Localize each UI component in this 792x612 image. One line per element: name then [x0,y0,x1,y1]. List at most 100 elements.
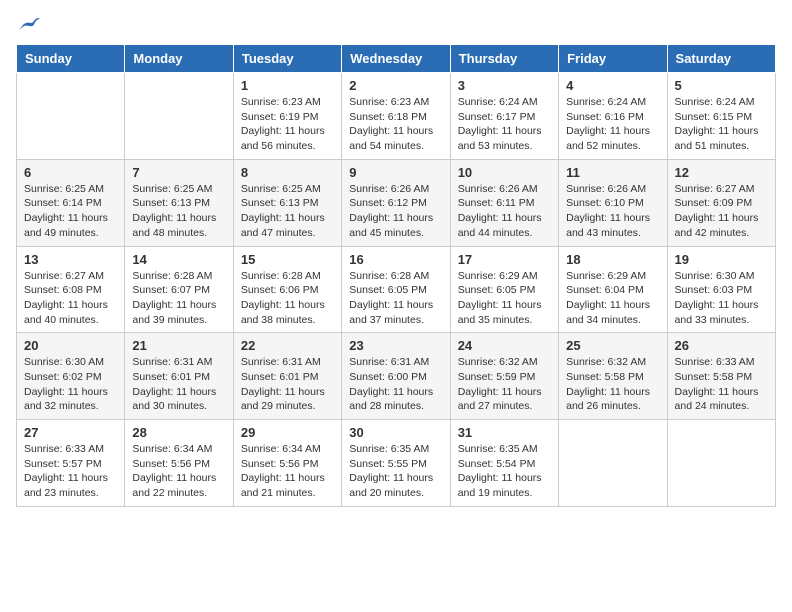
calendar-cell: 31Sunrise: 6:35 AM Sunset: 5:54 PM Dayli… [450,420,558,507]
calendar-cell: 4 Sunrise: 6:24 AM Sunset: 6:16 PM Daylig… [559,73,667,160]
day-number: 6 [24,165,117,180]
day-number: 26 [675,338,768,353]
day-info: Sunrise: 6:24 AM Sunset: 6:16 PM Dayligh… [566,95,659,154]
calendar-week-row: 13 Sunrise: 6:27 AM Sunset: 6:08 PM Dayli… [17,246,776,333]
day-number: 31 [458,425,551,440]
day-info: Sunrise: 6:35 AM Sunset: 5:55 PM Dayligh… [349,442,442,501]
calendar-cell: 12 Sunrise: 6:27 AM Sunset: 6:09 PM Dayli… [667,159,775,246]
day-info: Sunrise: 6:25 AM Sunset: 6:13 PM Dayligh… [132,182,225,241]
day-info: Sunrise: 6:27 AM Sunset: 6:08 PM Dayligh… [24,269,117,328]
day-number: 23 [349,338,442,353]
calendar-body: 1 Sunrise: 6:23 AM Sunset: 6:19 PM Daylig… [17,73,776,507]
calendar-cell: 5 Sunrise: 6:24 AM Sunset: 6:15 PM Daylig… [667,73,775,160]
day-number: 7 [132,165,225,180]
day-number: 20 [24,338,117,353]
day-info: Sunrise: 6:28 AM Sunset: 6:05 PM Dayligh… [349,269,442,328]
calendar-cell: 17Sunrise: 6:29 AM Sunset: 6:05 PM Dayli… [450,246,558,333]
day-info: Sunrise: 6:31 AM Sunset: 6:01 PM Dayligh… [241,355,334,414]
day-info: Sunrise: 6:23 AM Sunset: 6:19 PM Dayligh… [241,95,334,154]
day-info: Sunrise: 6:27 AM Sunset: 6:09 PM Dayligh… [675,182,768,241]
day-info: Sunrise: 6:31 AM Sunset: 6:01 PM Dayligh… [132,355,225,414]
calendar-header-sunday: Sunday [17,45,125,73]
day-info: Sunrise: 6:25 AM Sunset: 6:13 PM Dayligh… [241,182,334,241]
logo-bird-icon [18,16,40,34]
calendar-cell: 27 Sunrise: 6:33 AM Sunset: 5:57 PM Dayli… [17,420,125,507]
calendar-header-friday: Friday [559,45,667,73]
day-number: 12 [675,165,768,180]
calendar-cell: 30 Sunrise: 6:35 AM Sunset: 5:55 PM Dayli… [342,420,450,507]
day-number: 4 [566,78,659,93]
calendar-week-row: 1 Sunrise: 6:23 AM Sunset: 6:19 PM Daylig… [17,73,776,160]
day-number: 3 [458,78,551,93]
calendar-week-row: 27 Sunrise: 6:33 AM Sunset: 5:57 PM Dayli… [17,420,776,507]
calendar-cell: 9Sunrise: 6:26 AM Sunset: 6:12 PM Daylig… [342,159,450,246]
calendar-header-wednesday: Wednesday [342,45,450,73]
calendar-cell: 10 Sunrise: 6:26 AM Sunset: 6:11 PM Dayli… [450,159,558,246]
calendar-cell: 16 Sunrise: 6:28 AM Sunset: 6:05 PM Dayli… [342,246,450,333]
calendar-header-tuesday: Tuesday [233,45,341,73]
calendar-cell: 29Sunrise: 6:34 AM Sunset: 5:56 PM Dayli… [233,420,341,507]
day-number: 21 [132,338,225,353]
day-number: 24 [458,338,551,353]
day-number: 28 [132,425,225,440]
calendar-cell: 23 Sunrise: 6:31 AM Sunset: 6:00 PM Dayli… [342,333,450,420]
calendar-cell: 8 Sunrise: 6:25 AM Sunset: 6:13 PM Daylig… [233,159,341,246]
page-header [16,16,776,34]
calendar-cell: 3Sunrise: 6:24 AM Sunset: 6:17 PM Daylig… [450,73,558,160]
calendar-cell [667,420,775,507]
day-number: 25 [566,338,659,353]
day-info: Sunrise: 6:23 AM Sunset: 6:18 PM Dayligh… [349,95,442,154]
day-info: Sunrise: 6:26 AM Sunset: 6:11 PM Dayligh… [458,182,551,241]
calendar-header-saturday: Saturday [667,45,775,73]
calendar-header-monday: Monday [125,45,233,73]
day-number: 30 [349,425,442,440]
day-info: Sunrise: 6:28 AM Sunset: 6:07 PM Dayligh… [132,269,225,328]
day-number: 5 [675,78,768,93]
day-number: 16 [349,252,442,267]
calendar-cell: 25 Sunrise: 6:32 AM Sunset: 5:58 PM Dayli… [559,333,667,420]
day-info: Sunrise: 6:32 AM Sunset: 5:58 PM Dayligh… [566,355,659,414]
day-info: Sunrise: 6:24 AM Sunset: 6:15 PM Dayligh… [675,95,768,154]
day-number: 11 [566,165,659,180]
day-number: 29 [241,425,334,440]
day-info: Sunrise: 6:29 AM Sunset: 6:05 PM Dayligh… [458,269,551,328]
calendar-cell: 1 Sunrise: 6:23 AM Sunset: 6:19 PM Daylig… [233,73,341,160]
calendar-cell: 15 Sunrise: 6:28 AM Sunset: 6:06 PM Dayli… [233,246,341,333]
day-info: Sunrise: 6:28 AM Sunset: 6:06 PM Dayligh… [241,269,334,328]
day-info: Sunrise: 6:25 AM Sunset: 6:14 PM Dayligh… [24,182,117,241]
day-number: 19 [675,252,768,267]
day-number: 13 [24,252,117,267]
day-number: 27 [24,425,117,440]
day-info: Sunrise: 6:33 AM Sunset: 5:57 PM Dayligh… [24,442,117,501]
calendar-cell [125,73,233,160]
day-number: 1 [241,78,334,93]
calendar-cell [17,73,125,160]
day-number: 8 [241,165,334,180]
day-info: Sunrise: 6:30 AM Sunset: 6:02 PM Dayligh… [24,355,117,414]
day-info: Sunrise: 6:32 AM Sunset: 5:59 PM Dayligh… [458,355,551,414]
calendar-cell: 2Sunrise: 6:23 AM Sunset: 6:18 PM Daylig… [342,73,450,160]
calendar-cell: 21 Sunrise: 6:31 AM Sunset: 6:01 PM Dayli… [125,333,233,420]
calendar-cell [559,420,667,507]
day-info: Sunrise: 6:29 AM Sunset: 6:04 PM Dayligh… [566,269,659,328]
calendar-cell: 24 Sunrise: 6:32 AM Sunset: 5:59 PM Dayli… [450,333,558,420]
calendar-header-row: SundayMondayTuesdayWednesdayThursdayFrid… [17,45,776,73]
calendar-cell: 22 Sunrise: 6:31 AM Sunset: 6:01 PM Dayli… [233,333,341,420]
day-info: Sunrise: 6:31 AM Sunset: 6:00 PM Dayligh… [349,355,442,414]
calendar-cell: 26 Sunrise: 6:33 AM Sunset: 5:58 PM Dayli… [667,333,775,420]
calendar-week-row: 20 Sunrise: 6:30 AM Sunset: 6:02 PM Dayli… [17,333,776,420]
calendar-cell: 7 Sunrise: 6:25 AM Sunset: 6:13 PM Daylig… [125,159,233,246]
day-info: Sunrise: 6:30 AM Sunset: 6:03 PM Dayligh… [675,269,768,328]
calendar-header-thursday: Thursday [450,45,558,73]
logo [16,16,40,34]
day-info: Sunrise: 6:26 AM Sunset: 6:12 PM Dayligh… [349,182,442,241]
calendar-cell: 19 Sunrise: 6:30 AM Sunset: 6:03 PM Dayli… [667,246,775,333]
calendar-cell: 14Sunrise: 6:28 AM Sunset: 6:07 PM Dayli… [125,246,233,333]
day-number: 10 [458,165,551,180]
day-info: Sunrise: 6:34 AM Sunset: 5:56 PM Dayligh… [132,442,225,501]
calendar-cell: 20 Sunrise: 6:30 AM Sunset: 6:02 PM Dayli… [17,333,125,420]
calendar-cell: 11Sunrise: 6:26 AM Sunset: 6:10 PM Dayli… [559,159,667,246]
day-number: 22 [241,338,334,353]
day-number: 15 [241,252,334,267]
day-info: Sunrise: 6:33 AM Sunset: 5:58 PM Dayligh… [675,355,768,414]
